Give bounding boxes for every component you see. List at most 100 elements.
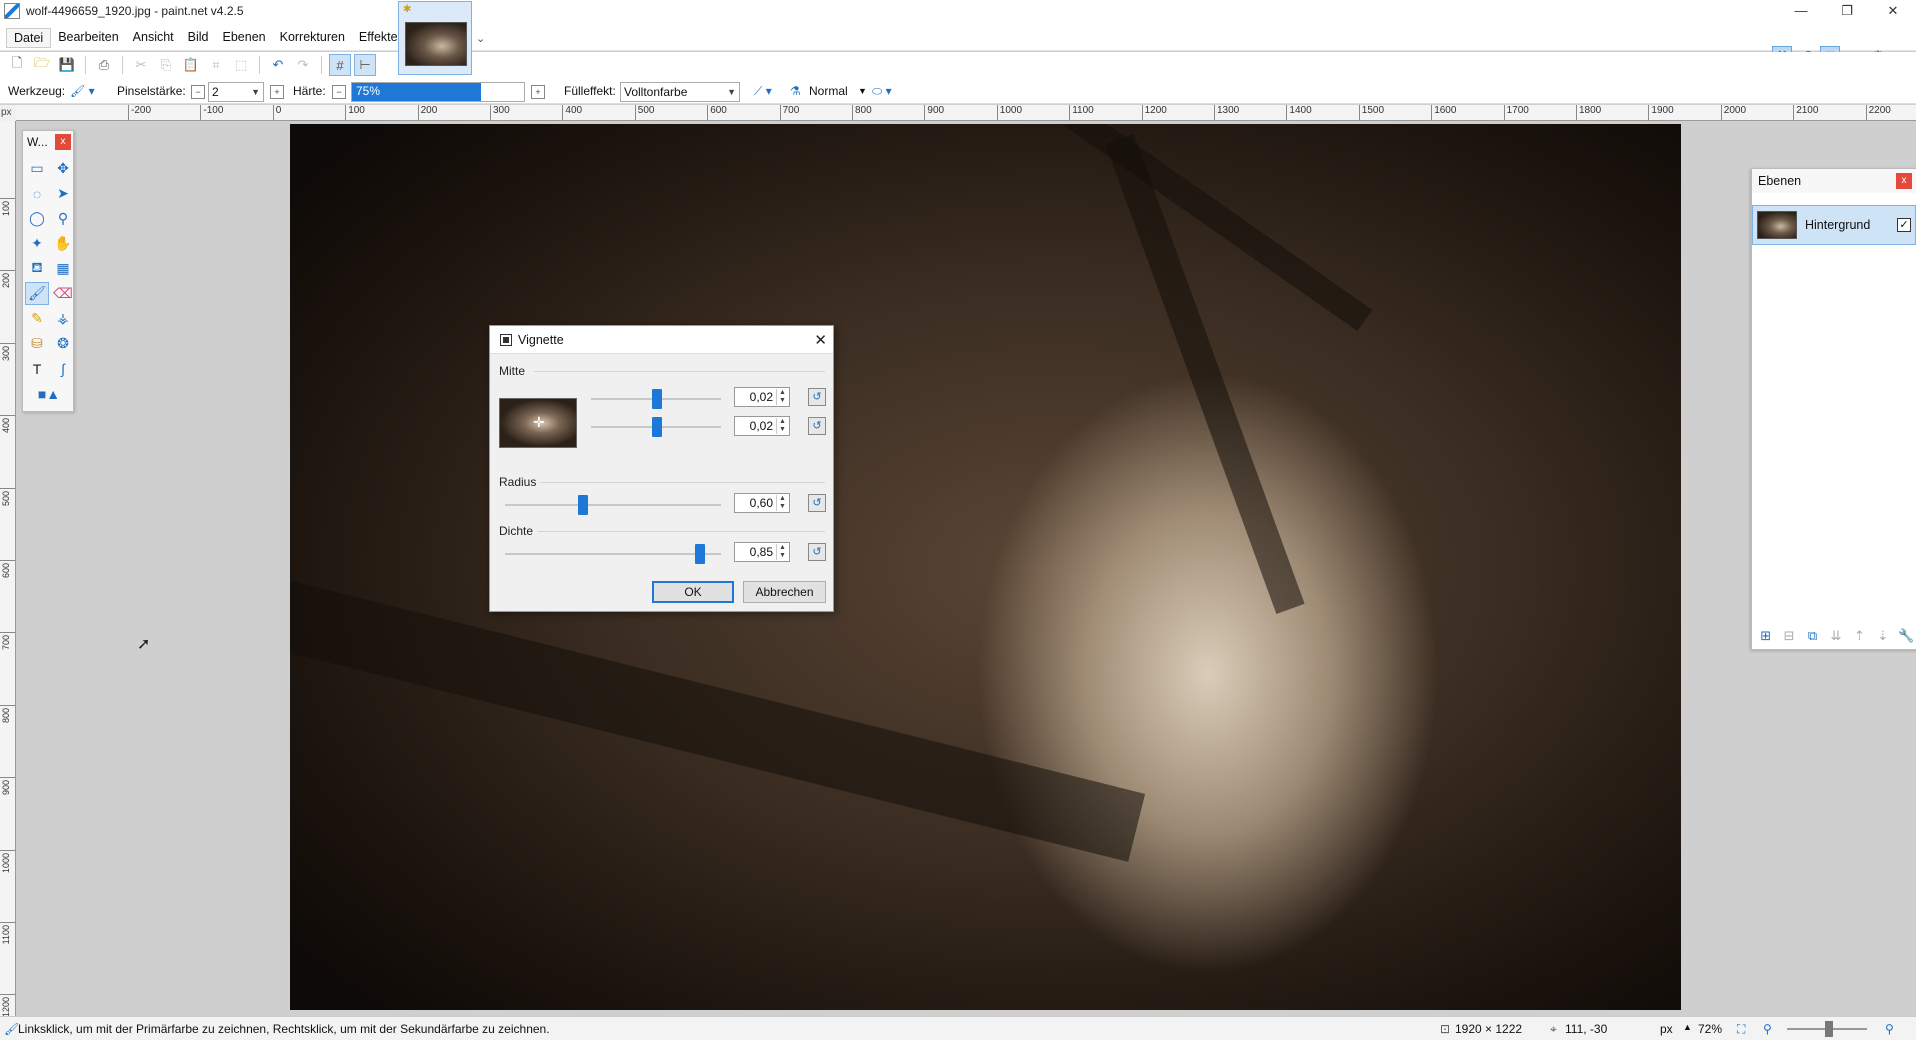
rectangle-select-icon[interactable]: ▭ [25, 157, 49, 180]
menu-bearbeiten[interactable]: Bearbeiten [51, 28, 125, 48]
grid-icon[interactable]: # [329, 54, 351, 76]
lasso-select-icon[interactable]: ◌ [25, 182, 49, 205]
rulers-icon[interactable]: ⊢ [354, 54, 376, 76]
unit-selector[interactable]: px [1660, 1022, 1673, 1036]
tools-window-close-button[interactable]: x [55, 134, 71, 150]
unit-chevron-icon[interactable]: ▲ [1683, 1022, 1692, 1032]
gradient-icon[interactable]: ▦ [51, 257, 75, 280]
center-preview-image[interactable]: ✛ [499, 398, 577, 448]
save-icon[interactable]: 💾 [56, 54, 78, 76]
zoom-in-icon[interactable]: ⚲ [1885, 1022, 1894, 1036]
center-x-slider[interactable] [591, 389, 721, 409]
reset-center-y-icon[interactable]: ↺ [808, 417, 826, 435]
open-document-thumbnail[interactable]: ✱ [398, 1, 472, 75]
text-icon[interactable]: T [25, 357, 49, 380]
spinner-icon[interactable]: ▲ ▼ [776, 418, 788, 434]
zoom-to-fit-icon[interactable]: ⛶ [1737, 1022, 1745, 1037]
zoom-slider[interactable] [1787, 1021, 1867, 1037]
zoom-icon[interactable]: ⚲ [51, 207, 75, 230]
density-input[interactable]: 0,85 ▲ ▼ [734, 542, 790, 562]
center-y-thumb[interactable] [652, 417, 662, 437]
center-x-thumb[interactable] [652, 389, 662, 409]
brush-increase-button[interactable]: + [270, 85, 284, 99]
blend-mode-value[interactable]: Normal [809, 82, 848, 100]
antialiasing-icon[interactable]: ⟋ ▾ [754, 82, 772, 100]
delete-layer-icon[interactable]: ⊟ [1779, 626, 1798, 646]
brush-width-combo[interactable]: 2 ▼ [208, 82, 264, 102]
reset-density-icon[interactable]: ↺ [808, 543, 826, 561]
brush-decrease-button[interactable]: − [191, 85, 205, 99]
move-selection-icon[interactable]: ➤ [51, 182, 75, 205]
eraser-icon[interactable]: ⌫ [51, 282, 75, 305]
print-icon[interactable]: ⎙ [93, 54, 115, 76]
new-file-icon[interactable]: 🗋 [6, 54, 28, 76]
open-file-icon[interactable]: 🗁 [31, 54, 53, 76]
pencil-icon[interactable]: ✎ [25, 307, 49, 330]
chevron-down-icon[interactable]: ▼ [858, 82, 867, 100]
zoom-slider-thumb[interactable] [1825, 1021, 1833, 1037]
paintbrush-icon[interactable]: 🖌 [25, 282, 49, 305]
spinner-icon[interactable]: ▲ ▼ [776, 495, 788, 511]
line-curve-icon[interactable]: ∫ [51, 357, 75, 380]
menu-effekte[interactable]: Effekte [352, 28, 405, 48]
center-x-input[interactable]: 0,02 ▲ ▼ [734, 387, 790, 407]
cancel-button[interactable]: Abbrechen [743, 581, 826, 603]
hardness-slider[interactable]: 75% [351, 82, 525, 102]
hardness-decrease-button[interactable]: − [332, 85, 346, 99]
deselect-icon[interactable]: ⬚ [230, 54, 252, 76]
menu-korrekturen[interactable]: Korrekturen [273, 28, 352, 48]
shapes-icon[interactable]: ■▲ [25, 382, 73, 405]
zoom-out-icon[interactable]: ⚲ [1763, 1022, 1772, 1036]
recolor-icon[interactable]: ❂ [51, 332, 75, 355]
reset-radius-icon[interactable]: ↺ [808, 494, 826, 512]
paste-icon[interactable]: 📋 [180, 54, 202, 76]
cut-icon[interactable]: ✂ [130, 54, 152, 76]
layer-properties-icon[interactable]: 🔧 [1897, 626, 1916, 646]
copy-icon[interactable]: ⎘ [155, 54, 177, 76]
radius-slider[interactable] [505, 495, 721, 515]
density-slider[interactable] [505, 544, 721, 564]
fill-combo[interactable]: Volltonfarbe ▼ [620, 82, 740, 102]
menu-bild[interactable]: Bild [181, 28, 216, 48]
merge-layer-icon[interactable]: ⇊ [1826, 626, 1845, 646]
radius-input[interactable]: 0,60 ▲ ▼ [734, 493, 790, 513]
canvas-area[interactable] [16, 121, 1916, 1016]
minimize-button[interactable]: — [1778, 0, 1824, 22]
layer-visibility-checkbox[interactable]: ✓ [1897, 218, 1911, 232]
menu-datei[interactable]: Datei [6, 28, 52, 48]
document-list-chevron-icon[interactable]: ⌄ [476, 32, 485, 45]
hardness-increase-button[interactable]: + [531, 85, 545, 99]
crop-icon[interactable]: ⌗ [205, 54, 227, 76]
undo-icon[interactable]: ↶ [267, 54, 289, 76]
menu-ansicht[interactable]: Ansicht [126, 28, 181, 48]
layers-window-close-button[interactable]: x [1896, 173, 1912, 189]
menu-ebenen[interactable]: Ebenen [216, 28, 273, 48]
clone-stamp-icon[interactable]: ⛁ [25, 332, 49, 355]
center-y-slider[interactable] [591, 417, 721, 437]
spinner-icon[interactable]: ▲ ▼ [776, 389, 788, 405]
close-window-button[interactable]: ✕ [1870, 0, 1916, 22]
restore-button[interactable]: ❐ [1824, 0, 1870, 22]
move-selected-icon[interactable]: ✥ [51, 157, 75, 180]
move-layer-down-icon[interactable]: ⇣ [1873, 626, 1892, 646]
duplicate-layer-icon[interactable]: ⧉ [1803, 626, 1822, 646]
dialog-close-icon[interactable]: ✕ [814, 331, 827, 349]
magic-wand-icon[interactable]: ✦ [25, 232, 49, 255]
redo-icon[interactable]: ↷ [292, 54, 314, 76]
ellipse-select-icon[interactable]: ◯ [25, 207, 49, 230]
spinner-icon[interactable]: ▲ ▼ [776, 544, 788, 560]
reset-center-x-icon[interactable]: ↺ [808, 388, 826, 406]
zoom-level[interactable]: 72% [1698, 1022, 1722, 1036]
paint-bucket-icon[interactable]: ⛾ [25, 257, 49, 280]
density-thumb[interactable] [695, 544, 705, 564]
selection-mode-icon[interactable]: ⬭ ▾ [872, 82, 892, 100]
layer-row[interactable]: Hintergrund ✓ [1752, 205, 1916, 245]
pan-hand-icon[interactable]: ✋ [51, 232, 75, 255]
add-layer-icon[interactable]: ⊞ [1756, 626, 1775, 646]
paintbrush-tool-icon[interactable]: 🖌 ▾ [70, 82, 95, 100]
blend-mode-icon[interactable]: ⚗ [790, 82, 801, 100]
center-y-input[interactable]: 0,02 ▲ ▼ [734, 416, 790, 436]
move-layer-up-icon[interactable]: ⇡ [1850, 626, 1869, 646]
ok-button[interactable]: OK [652, 581, 734, 603]
color-picker-icon[interactable]: ⚶ [51, 307, 75, 330]
